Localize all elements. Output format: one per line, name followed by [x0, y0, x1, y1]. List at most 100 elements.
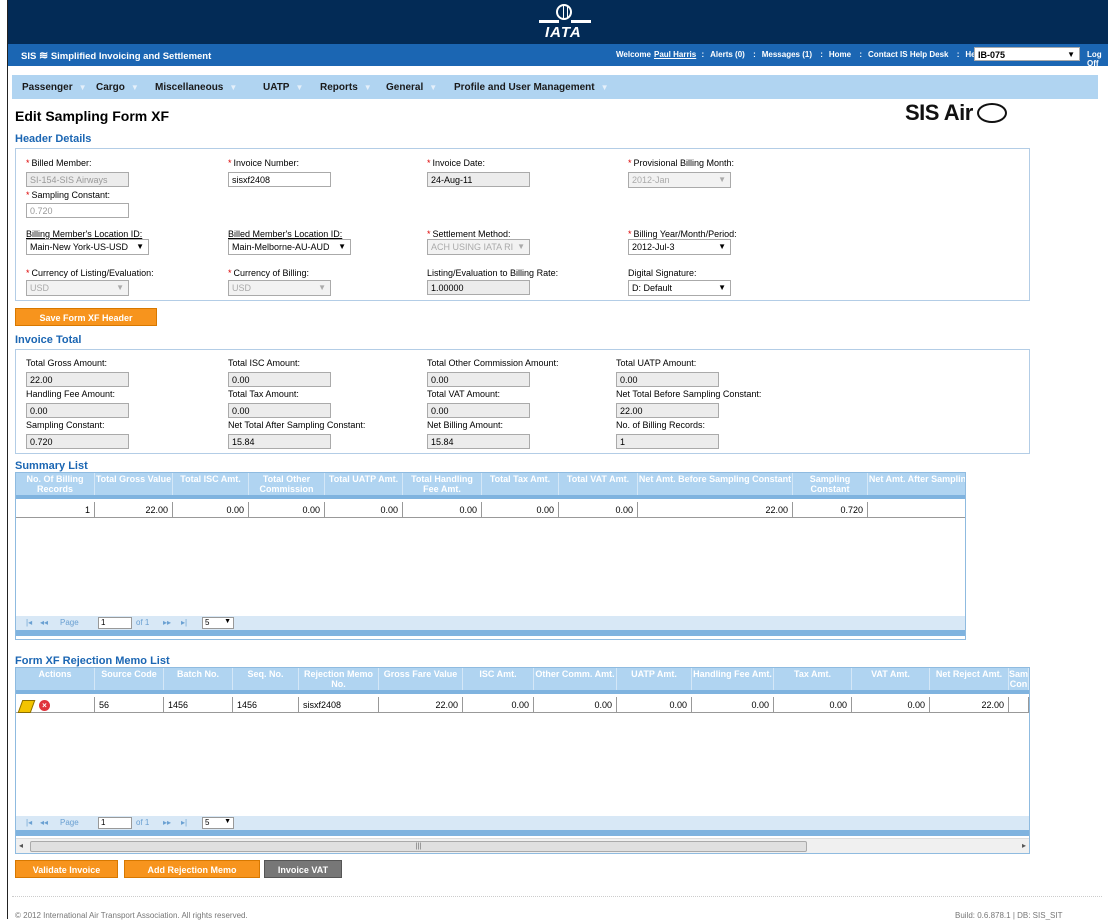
last-page-icon[interactable]: ▸| [181, 818, 187, 827]
page-number-input[interactable]: 1 [98, 617, 132, 629]
total-value-field[interactable]: 22.00 [26, 372, 129, 387]
header-details-panel: * Billed Member: SI-154-SIS Airways * Invo… [15, 148, 1030, 301]
column-header[interactable]: Batch No. [164, 668, 233, 690]
invoice-total-title: Invoice Total [15, 334, 82, 346]
alerts-link[interactable]: Alerts (0) [710, 50, 745, 59]
column-header[interactable]: Source Code [95, 668, 164, 690]
table-row[interactable]: × 56 1456 1456 sisxf2408 22.00 0.00 0.00 0.00 0.0… [16, 697, 1029, 714]
total-value-field[interactable]: 15.84 [228, 434, 331, 449]
delete-icon[interactable]: × [39, 700, 50, 712]
invoice-number-field[interactable]: sisxf2408 [228, 172, 331, 187]
column-header[interactable]: Gross Fare Value [379, 668, 463, 690]
user-link[interactable]: Paul Harris [654, 50, 696, 59]
currency-billing-select[interactable]: USD [228, 280, 331, 296]
currency-listing-select[interactable]: USD [26, 280, 129, 296]
last-page-icon[interactable]: ▸| [181, 618, 187, 627]
grid-footer-bar [16, 830, 1029, 836]
column-header[interactable]: Net Amt. Before Sampling Constant [638, 473, 793, 495]
total-value-field[interactable]: 0.00 [427, 403, 530, 418]
home-link[interactable]: Home [829, 50, 851, 59]
total-value-field[interactable]: 0.00 [228, 403, 331, 418]
sampling-constant-field[interactable]: 0.720 [26, 203, 129, 218]
column-header[interactable]: Actions [16, 668, 95, 690]
menu-cargo[interactable]: Cargo [96, 82, 139, 93]
horizontal-scrollbar[interactable]: ◂ ||| ▸ [16, 838, 1029, 853]
column-header[interactable]: VAT Amt. [852, 668, 930, 690]
column-header[interactable]: Total Tax Amt. [482, 473, 559, 495]
logoff-link[interactable]: Log Off [1087, 50, 1108, 68]
total-value-field[interactable]: 22.00 [616, 403, 719, 418]
column-header[interactable]: Sampling Constant [793, 473, 868, 495]
column-header[interactable]: Net Amt. After Sampling Constant [868, 473, 965, 495]
total-value-field[interactable]: 0.00 [427, 372, 530, 387]
iata-logo: IATA [535, 2, 595, 44]
table-row[interactable]: 1 22.00 0.00 0.00 0.00 0.00 0.00 0.00 22.00 0.720… [16, 502, 965, 518]
total-value-field[interactable]: 15.84 [427, 434, 530, 449]
total-label: Total Gross Amount: [26, 358, 108, 368]
total-value-field[interactable]: 0.720 [26, 434, 129, 449]
next-page-icon[interactable]: ▸▸ [163, 618, 171, 627]
settlement-method-select[interactable]: ACH USING IATA RI [427, 239, 530, 255]
invoice-vat-button[interactable]: Invoice VAT [264, 860, 342, 878]
next-page-icon[interactable]: ▸▸ [163, 818, 171, 827]
invoice-date-field[interactable]: 24-Aug-11 [427, 172, 530, 187]
scroll-left-icon[interactable]: ◂ [19, 841, 23, 850]
first-page-icon[interactable]: |◂ [26, 818, 32, 827]
column-header[interactable]: Total Other Commission [249, 473, 325, 495]
prev-page-icon[interactable]: ◂◂ [40, 818, 48, 827]
menu-miscellaneous[interactable]: Miscellaneous [155, 82, 237, 93]
column-header[interactable]: Sam Con [1009, 668, 1029, 690]
validate-invoice-button[interactable]: Validate Invoice [15, 860, 118, 878]
page-size-select[interactable]: 5 [202, 617, 234, 629]
total-label: Total VAT Amount: [427, 389, 501, 399]
column-header[interactable]: Seq. No. [233, 668, 299, 690]
total-value-field[interactable]: 0.00 [26, 403, 129, 418]
menu-general[interactable]: General [386, 82, 437, 93]
table-cell: 22.00 [379, 697, 463, 713]
first-page-icon[interactable]: |◂ [26, 618, 32, 627]
invoice-number-label: * Invoice Number: [228, 158, 300, 168]
scroll-right-icon[interactable]: ▸ [1022, 841, 1026, 850]
billed-member-location-select[interactable]: Main-Melborne-AU-AUD [228, 239, 351, 255]
rate-field[interactable]: 1.00000 [427, 280, 530, 295]
column-header[interactable]: Handling Fee Amt. [692, 668, 774, 690]
column-header[interactable]: Total Gross Value [95, 473, 173, 495]
page-number-input[interactable]: 1 [98, 817, 132, 829]
prev-page-icon[interactable]: ◂◂ [40, 618, 48, 627]
billing-ymp-select[interactable]: 2012-Jul-3 [628, 239, 731, 255]
billed-member-field[interactable]: SI-154-SIS Airways [26, 172, 129, 187]
column-header[interactable]: Total Handling Fee Amt. [403, 473, 482, 495]
provisional-billing-month-select[interactable]: 2012-Jan [628, 172, 731, 188]
column-header[interactable]: Rejection Memo No. [299, 668, 379, 690]
column-header[interactable]: Net Reject Amt. [930, 668, 1009, 690]
digital-signature-select[interactable]: D: Default [628, 280, 731, 296]
sis-prefix: SIS [21, 51, 37, 62]
total-value-field[interactable]: 0.00 [616, 372, 719, 387]
column-header[interactable]: ISC Amt. [463, 668, 534, 690]
member-select[interactable]: IB-075 [974, 47, 1080, 61]
menu-uatp[interactable]: UATP [263, 82, 303, 93]
column-header[interactable]: Total UATP Amt. [325, 473, 403, 495]
menu-reports[interactable]: Reports [320, 82, 372, 93]
column-header[interactable]: UATP Amt. [617, 668, 692, 690]
save-header-button[interactable]: Save Form XF Header [15, 308, 157, 326]
column-header[interactable]: Total VAT Amt. [559, 473, 638, 495]
sub-header-bar: SIS ≋ Simplified Invoicing and Settlemen… [8, 44, 1108, 68]
footer-divider [12, 896, 1102, 897]
messages-link[interactable]: Messages (1) [762, 50, 812, 59]
column-header[interactable]: Other Comm. Amt. [534, 668, 617, 690]
scroll-thumb[interactable]: ||| [30, 841, 807, 852]
total-label: Total ISC Amount: [228, 358, 301, 368]
total-value-field[interactable]: 0.00 [228, 372, 331, 387]
help-desk-link[interactable]: Contact IS Help Desk [868, 50, 948, 59]
menu-profile-user-management[interactable]: Profile and User Management [454, 82, 609, 93]
column-header[interactable]: Tax Amt. [774, 668, 852, 690]
menu-passenger[interactable]: Passenger [22, 82, 87, 93]
edit-pencil-icon[interactable] [17, 700, 36, 714]
column-header[interactable]: Total ISC Amt. [173, 473, 249, 495]
page-size-select[interactable]: 5 [202, 817, 234, 829]
total-value-field[interactable]: 1 [616, 434, 719, 449]
add-rejection-memo-button[interactable]: Add Rejection Memo [124, 860, 260, 878]
billing-location-select[interactable]: Main-New York-US-USD [26, 239, 149, 255]
column-header[interactable]: No. Of Billing Records [16, 473, 95, 495]
